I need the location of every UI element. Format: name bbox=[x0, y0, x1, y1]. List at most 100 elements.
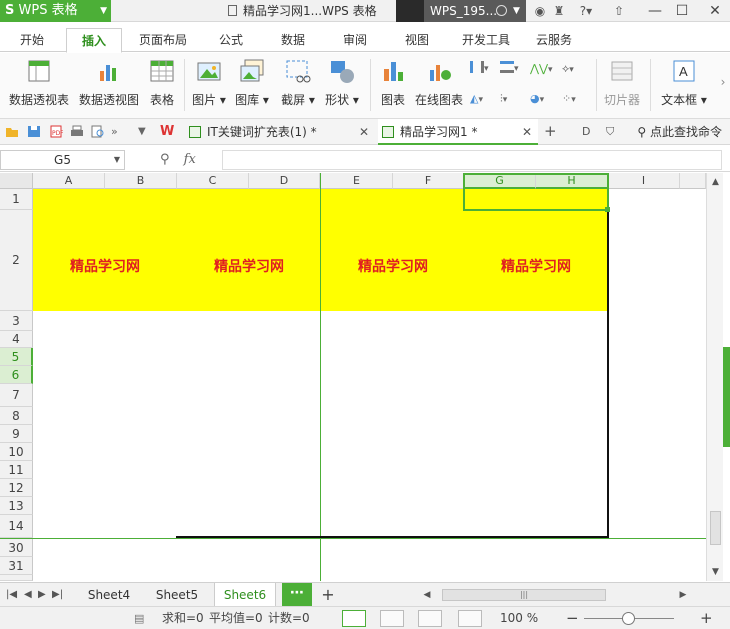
sheet-tab-sheet4[interactable]: Sheet4 bbox=[80, 583, 138, 607]
freeze-pane-vertical[interactable] bbox=[320, 173, 321, 581]
selected-cell-g5[interactable] bbox=[463, 173, 609, 211]
print-icon[interactable] bbox=[70, 125, 84, 138]
horizontal-scroll-thumb[interactable]: ||| bbox=[442, 589, 606, 601]
area-chart-dropdown[interactable]: ◭▾ bbox=[470, 91, 496, 107]
scroll-down-icon[interactable]: ▼ bbox=[707, 565, 724, 579]
save-icon[interactable] bbox=[27, 125, 41, 138]
cell-a2[interactable]: 精品学习网 bbox=[33, 256, 177, 276]
help-icon[interactable]: ?▾ bbox=[576, 0, 596, 22]
slicer-button[interactable]: 切片器 bbox=[602, 53, 642, 119]
online-chart-button[interactable]: 在线图表 bbox=[413, 53, 465, 119]
skin-icon[interactable]: ◉ bbox=[532, 0, 548, 22]
row-header-30[interactable]: 30 bbox=[0, 539, 33, 557]
col-header-i[interactable]: I bbox=[608, 173, 680, 189]
fill-handle[interactable] bbox=[605, 207, 610, 212]
col-header-a[interactable]: A bbox=[33, 173, 105, 189]
close-button[interactable]: ✕ bbox=[702, 0, 728, 22]
wps-docs-icon[interactable]: W bbox=[160, 125, 174, 138]
macro-record-icon[interactable]: ▤ bbox=[134, 607, 144, 629]
shapes-button[interactable]: 形状 ▾ bbox=[322, 53, 362, 119]
row-header-1[interactable]: 1 bbox=[0, 189, 33, 210]
maximize-button[interactable]: ☐ bbox=[669, 0, 695, 22]
sheet-tab-sheet6[interactable]: Sheet6 bbox=[214, 583, 276, 607]
select-all-corner[interactable] bbox=[0, 173, 33, 189]
stock-chart-dropdown[interactable]: ⫶▾ bbox=[500, 91, 526, 107]
col-header-b[interactable]: B bbox=[105, 173, 177, 189]
pivot-table-button[interactable]: 数据透视表 bbox=[6, 53, 72, 119]
pivot-chart-button[interactable]: 数据透视图 bbox=[76, 53, 142, 119]
row-header-6[interactable]: 6 bbox=[0, 366, 33, 384]
row-header-14[interactable]: 14 bbox=[0, 515, 33, 538]
row-header-4[interactable]: 4 bbox=[0, 331, 33, 348]
tab-data[interactable]: 数据 bbox=[270, 28, 316, 52]
spreadsheet-grid[interactable]: A B C D E F G H I 1 2 3 4 5 6 7 8 9 10 1… bbox=[0, 173, 706, 581]
pie-chart-dropdown[interactable]: ◕▾ bbox=[530, 91, 556, 107]
tab-list-icon[interactable]: D bbox=[582, 125, 596, 138]
tab-developer[interactable]: 开发工具 bbox=[456, 28, 516, 52]
print-preview-icon[interactable] bbox=[91, 125, 105, 138]
zoom-out-icon[interactable]: − bbox=[566, 607, 579, 629]
sheet-tab-sheet5[interactable]: Sheet5 bbox=[148, 583, 206, 607]
last-sheet-icon[interactable]: ▶| bbox=[52, 583, 63, 607]
row-header-31[interactable]: 31 bbox=[0, 557, 33, 575]
minimize-button[interactable]: — bbox=[642, 0, 668, 22]
row-header-5[interactable]: 5 bbox=[0, 348, 33, 366]
scatter-chart-dropdown[interactable]: ⁘▾ bbox=[562, 91, 588, 107]
page-break-view-button[interactable] bbox=[380, 610, 404, 627]
new-tab-icon[interactable]: + bbox=[544, 124, 558, 139]
user-account[interactable]: WPS_195... ▼ bbox=[396, 0, 526, 22]
row-header-8[interactable]: 8 bbox=[0, 407, 33, 425]
ribbon-scroll-right[interactable]: › bbox=[716, 53, 730, 119]
restore-ribbon-icon[interactable]: ⇧ bbox=[609, 0, 629, 22]
scroll-right-icon[interactable]: ▶ bbox=[676, 588, 690, 602]
radar-chart-dropdown[interactable]: ⟡▾ bbox=[562, 61, 588, 77]
formula-input[interactable] bbox=[222, 150, 722, 170]
side-panel-handle[interactable] bbox=[723, 347, 730, 447]
add-sheet-button[interactable]: + bbox=[318, 583, 338, 607]
page-layout-view-button[interactable] bbox=[418, 610, 442, 627]
row-header-13[interactable]: 13 bbox=[0, 497, 33, 515]
col-header-c[interactable]: C bbox=[177, 173, 249, 189]
fx-icon[interactable]: fx bbox=[184, 152, 196, 167]
column-chart-dropdown[interactable]: ▾ bbox=[470, 61, 496, 77]
screenshot-button[interactable]: 截屏 ▾ bbox=[278, 53, 318, 119]
zoom-in-icon[interactable]: + bbox=[700, 607, 713, 629]
zoom-level[interactable]: 100 % bbox=[500, 607, 538, 629]
cell-c2[interactable]: 精品学习网 bbox=[177, 256, 321, 276]
next-sheet-icon[interactable]: ▶ bbox=[38, 583, 46, 607]
first-sheet-icon[interactable]: |◀ bbox=[6, 583, 17, 607]
vertical-scroll-thumb[interactable] bbox=[710, 511, 721, 545]
tab-page-layout[interactable]: 页面布局 bbox=[133, 28, 193, 52]
cell-g2[interactable]: 精品学习网 bbox=[464, 256, 608, 276]
tab-home[interactable]: 开始 bbox=[10, 28, 54, 52]
row-header-12[interactable]: 12 bbox=[0, 479, 33, 497]
app-menu-button[interactable]: S WPS 表格 ▼ bbox=[0, 0, 111, 22]
row-header-11[interactable]: 11 bbox=[0, 461, 33, 479]
gallery-button[interactable]: 图库 ▾ bbox=[232, 53, 272, 119]
row-header-9[interactable]: 9 bbox=[0, 425, 33, 443]
reading-view-button[interactable] bbox=[458, 610, 482, 627]
tab-view[interactable]: 视图 bbox=[394, 28, 440, 52]
zoom-slider-knob[interactable] bbox=[622, 612, 635, 625]
export-pdf-icon[interactable]: PDF bbox=[49, 125, 64, 138]
more-tools-icon[interactable]: » bbox=[111, 125, 125, 138]
tab-cloud[interactable]: 云服务 bbox=[530, 28, 578, 52]
close-icon[interactable]: ✕ bbox=[522, 119, 532, 145]
table-button[interactable]: 表格 bbox=[145, 53, 179, 119]
doc-tab-jingpin[interactable]: 精品学习网1 * ✕ bbox=[378, 119, 538, 145]
row-header-2[interactable]: 2 bbox=[0, 210, 33, 311]
name-box[interactable]: G5 ▼ bbox=[0, 150, 125, 170]
tab-review[interactable]: 审阅 bbox=[332, 28, 378, 52]
freeze-pane-horizontal[interactable] bbox=[0, 538, 706, 539]
more-sheets-button[interactable]: ⋯ bbox=[282, 583, 312, 607]
tab-formulas[interactable]: 公式 bbox=[208, 28, 254, 52]
filter-icon[interactable]: ⛉ bbox=[606, 125, 620, 138]
close-icon[interactable]: ✕ bbox=[359, 119, 369, 145]
customize-dropdown-icon[interactable]: ▼ bbox=[138, 125, 152, 138]
scroll-up-icon[interactable]: ▲ bbox=[707, 175, 724, 189]
col-header-f[interactable]: F bbox=[393, 173, 464, 189]
chart-button[interactable]: 图表 bbox=[377, 53, 409, 119]
normal-view-button[interactable] bbox=[342, 610, 366, 627]
doc-tab-it-keywords[interactable]: IT关键词扩充表(1) * ✕ bbox=[185, 119, 375, 145]
line-chart-dropdown[interactable]: ⋀⋁▾ bbox=[530, 61, 556, 77]
